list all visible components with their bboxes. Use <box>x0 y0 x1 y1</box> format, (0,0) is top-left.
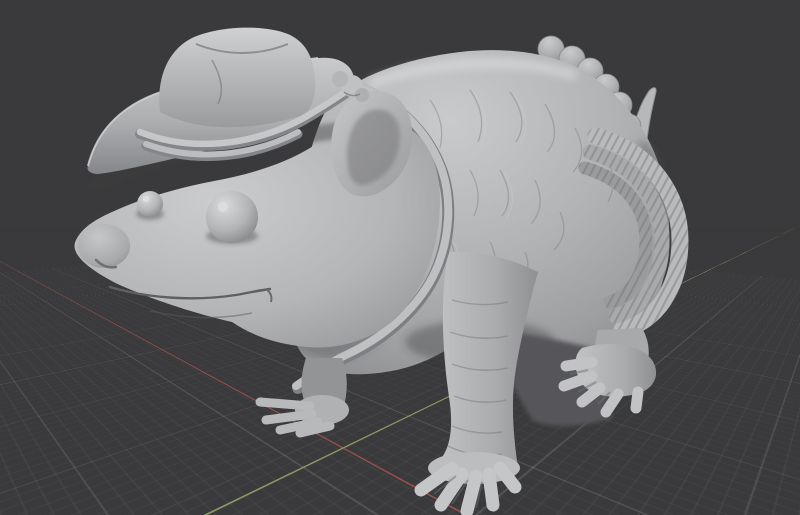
hat-crown <box>159 27 316 128</box>
viewport-canvas[interactable] <box>0 0 800 515</box>
eye-near-glint <box>218 202 228 212</box>
front-right-paw <box>255 358 349 438</box>
rat-eye-near <box>206 191 258 243</box>
rat-model[interactable] <box>74 27 689 515</box>
rat-nose <box>78 224 130 268</box>
eye-far-glint <box>143 196 149 202</box>
rat-eye-far <box>137 191 163 217</box>
model-layer <box>74 27 689 515</box>
